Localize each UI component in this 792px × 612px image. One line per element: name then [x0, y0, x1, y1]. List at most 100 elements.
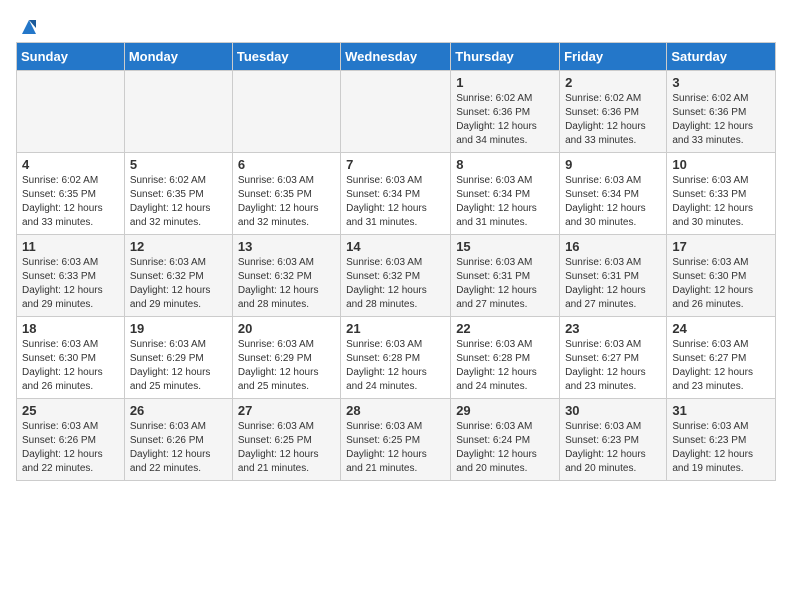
day-header-thursday: Thursday — [451, 43, 560, 71]
day-number: 12 — [130, 239, 227, 254]
calendar-cell — [124, 71, 232, 153]
day-number: 2 — [565, 75, 661, 90]
day-header-sunday: Sunday — [17, 43, 125, 71]
logo-icon — [18, 16, 40, 38]
day-header-wednesday: Wednesday — [341, 43, 451, 71]
day-info: Sunrise: 6:03 AM Sunset: 6:32 PM Dayligh… — [130, 256, 227, 312]
day-info: Sunrise: 6:03 AM Sunset: 6:32 PM Dayligh… — [346, 256, 445, 312]
day-info: Sunrise: 6:03 AM Sunset: 6:34 PM Dayligh… — [346, 174, 445, 230]
day-number: 24 — [672, 321, 770, 336]
calendar-cell: 5Sunrise: 6:02 AM Sunset: 6:35 PM Daylig… — [124, 153, 232, 235]
calendar-week-row: 1 Sunrise: 6:02 AM Sunset: 6:36 PM Daylig… — [17, 71, 776, 153]
calendar-cell: 23 Sunrise: 6:03 AM Sunset: 6:27 PM Dayli… — [560, 317, 667, 399]
day-info: Sunrise: 6:03 AM Sunset: 6:27 PM Dayligh… — [672, 338, 770, 394]
day-header-monday: Monday — [124, 43, 232, 71]
day-number: 11 — [22, 239, 119, 254]
day-number: 18 — [22, 321, 119, 336]
day-info: Sunrise: 6:03 AM Sunset: 6:30 PM Dayligh… — [672, 256, 770, 312]
day-info: Sunrise: 6:03 AM Sunset: 6:33 PM Dayligh… — [22, 256, 119, 312]
calendar-week-row: 4 Sunrise: 6:02 AM Sunset: 6:35 PM Daylig… — [17, 153, 776, 235]
day-number: 9 — [565, 157, 661, 172]
day-info: Sunrise: 6:03 AM Sunset: 6:34 PM Dayligh… — [456, 174, 554, 230]
calendar-cell: 17 Sunrise: 6:03 AM Sunset: 6:30 PM Dayli… — [667, 235, 776, 317]
day-number: 26 — [130, 403, 227, 418]
day-number: 6 — [238, 157, 335, 172]
calendar-cell: 3 Sunrise: 6:02 AM Sunset: 6:36 PM Daylig… — [667, 71, 776, 153]
calendar-cell: 18 Sunrise: 6:03 AM Sunset: 6:30 PM Dayli… — [17, 317, 125, 399]
day-number: 29 — [456, 403, 554, 418]
day-header-friday: Friday — [560, 43, 667, 71]
calendar-week-row: 25Sunrise: 6:03 AM Sunset: 6:26 PM Dayli… — [17, 399, 776, 481]
calendar-cell: 11 Sunrise: 6:03 AM Sunset: 6:33 PM Dayli… — [17, 235, 125, 317]
calendar-cell: 31Sunrise: 6:03 AM Sunset: 6:23 PM Dayli… — [667, 399, 776, 481]
day-number: 19 — [130, 321, 227, 336]
calendar-cell: 16 Sunrise: 6:03 AM Sunset: 6:31 PM Dayli… — [560, 235, 667, 317]
days-header-row: SundayMondayTuesdayWednesdayThursdayFrid… — [17, 43, 776, 71]
calendar-cell — [232, 71, 340, 153]
day-number: 30 — [565, 403, 661, 418]
day-number: 20 — [238, 321, 335, 336]
calendar-cell: 1 Sunrise: 6:02 AM Sunset: 6:36 PM Daylig… — [451, 71, 560, 153]
day-number: 22 — [456, 321, 554, 336]
day-info: Sunrise: 6:02 AM Sunset: 6:36 PM Dayligh… — [456, 92, 554, 148]
calendar-cell: 24 Sunrise: 6:03 AM Sunset: 6:27 PM Dayli… — [667, 317, 776, 399]
day-info: Sunrise: 6:03 AM Sunset: 6:31 PM Dayligh… — [565, 256, 661, 312]
day-info: Sunrise: 6:03 AM Sunset: 6:26 PM Dayligh… — [22, 420, 119, 476]
calendar-cell: 29 Sunrise: 6:03 AM Sunset: 6:24 PM Dayli… — [451, 399, 560, 481]
day-info: Sunrise: 6:02 AM Sunset: 6:35 PM Dayligh… — [22, 174, 119, 230]
day-info: Sunrise: 6:03 AM Sunset: 6:35 PM Dayligh… — [238, 174, 335, 230]
day-info: Sunrise: 6:03 AM Sunset: 6:33 PM Dayligh… — [672, 174, 770, 230]
calendar-cell: 8 Sunrise: 6:03 AM Sunset: 6:34 PM Daylig… — [451, 153, 560, 235]
day-info: Sunrise: 6:03 AM Sunset: 6:26 PM Dayligh… — [130, 420, 227, 476]
day-number: 4 — [22, 157, 119, 172]
day-info: Sunrise: 6:03 AM Sunset: 6:30 PM Dayligh… — [22, 338, 119, 394]
day-info: Sunrise: 6:03 AM Sunset: 6:28 PM Dayligh… — [456, 338, 554, 394]
day-number: 16 — [565, 239, 661, 254]
day-info: Sunrise: 6:03 AM Sunset: 6:29 PM Dayligh… — [130, 338, 227, 394]
calendar-table: SundayMondayTuesdayWednesdayThursdayFrid… — [16, 42, 776, 481]
day-info: Sunrise: 6:02 AM Sunset: 6:36 PM Dayligh… — [672, 92, 770, 148]
day-number: 21 — [346, 321, 445, 336]
day-number: 3 — [672, 75, 770, 90]
day-number: 28 — [346, 403, 445, 418]
calendar-cell — [17, 71, 125, 153]
calendar-cell: 27 Sunrise: 6:03 AM Sunset: 6:25 PM Dayli… — [232, 399, 340, 481]
day-number: 7 — [346, 157, 445, 172]
calendar-cell: 30 Sunrise: 6:03 AM Sunset: 6:23 PM Dayli… — [560, 399, 667, 481]
day-number: 10 — [672, 157, 770, 172]
day-info: Sunrise: 6:03 AM Sunset: 6:29 PM Dayligh… — [238, 338, 335, 394]
calendar-cell — [341, 71, 451, 153]
calendar-cell: 14Sunrise: 6:03 AM Sunset: 6:32 PM Dayli… — [341, 235, 451, 317]
calendar-cell: 13 Sunrise: 6:03 AM Sunset: 6:32 PM Dayli… — [232, 235, 340, 317]
day-number: 1 — [456, 75, 554, 90]
calendar-cell: 21 Sunrise: 6:03 AM Sunset: 6:28 PM Dayli… — [341, 317, 451, 399]
day-header-tuesday: Tuesday — [232, 43, 340, 71]
day-header-saturday: Saturday — [667, 43, 776, 71]
day-info: Sunrise: 6:02 AM Sunset: 6:36 PM Dayligh… — [565, 92, 661, 148]
day-info: Sunrise: 6:02 AM Sunset: 6:35 PM Dayligh… — [130, 174, 227, 230]
day-number: 15 — [456, 239, 554, 254]
day-number: 27 — [238, 403, 335, 418]
day-info: Sunrise: 6:03 AM Sunset: 6:24 PM Dayligh… — [456, 420, 554, 476]
day-number: 31 — [672, 403, 770, 418]
day-info: Sunrise: 6:03 AM Sunset: 6:32 PM Dayligh… — [238, 256, 335, 312]
calendar-cell: 20 Sunrise: 6:03 AM Sunset: 6:29 PM Dayli… — [232, 317, 340, 399]
day-number: 23 — [565, 321, 661, 336]
calendar-cell: 15Sunrise: 6:03 AM Sunset: 6:31 PM Dayli… — [451, 235, 560, 317]
day-number: 8 — [456, 157, 554, 172]
calendar-cell: 22 Sunrise: 6:03 AM Sunset: 6:28 PM Dayli… — [451, 317, 560, 399]
page-header — [16, 16, 776, 34]
day-info: Sunrise: 6:03 AM Sunset: 6:34 PM Dayligh… — [565, 174, 661, 230]
day-number: 17 — [672, 239, 770, 254]
calendar-cell: 2 Sunrise: 6:02 AM Sunset: 6:36 PM Daylig… — [560, 71, 667, 153]
calendar-cell: 26 Sunrise: 6:03 AM Sunset: 6:26 PM Dayli… — [124, 399, 232, 481]
day-info: Sunrise: 6:03 AM Sunset: 6:27 PM Dayligh… — [565, 338, 661, 394]
calendar-cell: 7 Sunrise: 6:03 AM Sunset: 6:34 PM Daylig… — [341, 153, 451, 235]
calendar-week-row: 18 Sunrise: 6:03 AM Sunset: 6:30 PM Dayli… — [17, 317, 776, 399]
calendar-cell: 28Sunrise: 6:03 AM Sunset: 6:25 PM Dayli… — [341, 399, 451, 481]
day-info: Sunrise: 6:03 AM Sunset: 6:23 PM Dayligh… — [565, 420, 661, 476]
day-info: Sunrise: 6:03 AM Sunset: 6:25 PM Dayligh… — [238, 420, 335, 476]
calendar-cell: 4 Sunrise: 6:02 AM Sunset: 6:35 PM Daylig… — [17, 153, 125, 235]
day-number: 13 — [238, 239, 335, 254]
day-info: Sunrise: 6:03 AM Sunset: 6:28 PM Dayligh… — [346, 338, 445, 394]
